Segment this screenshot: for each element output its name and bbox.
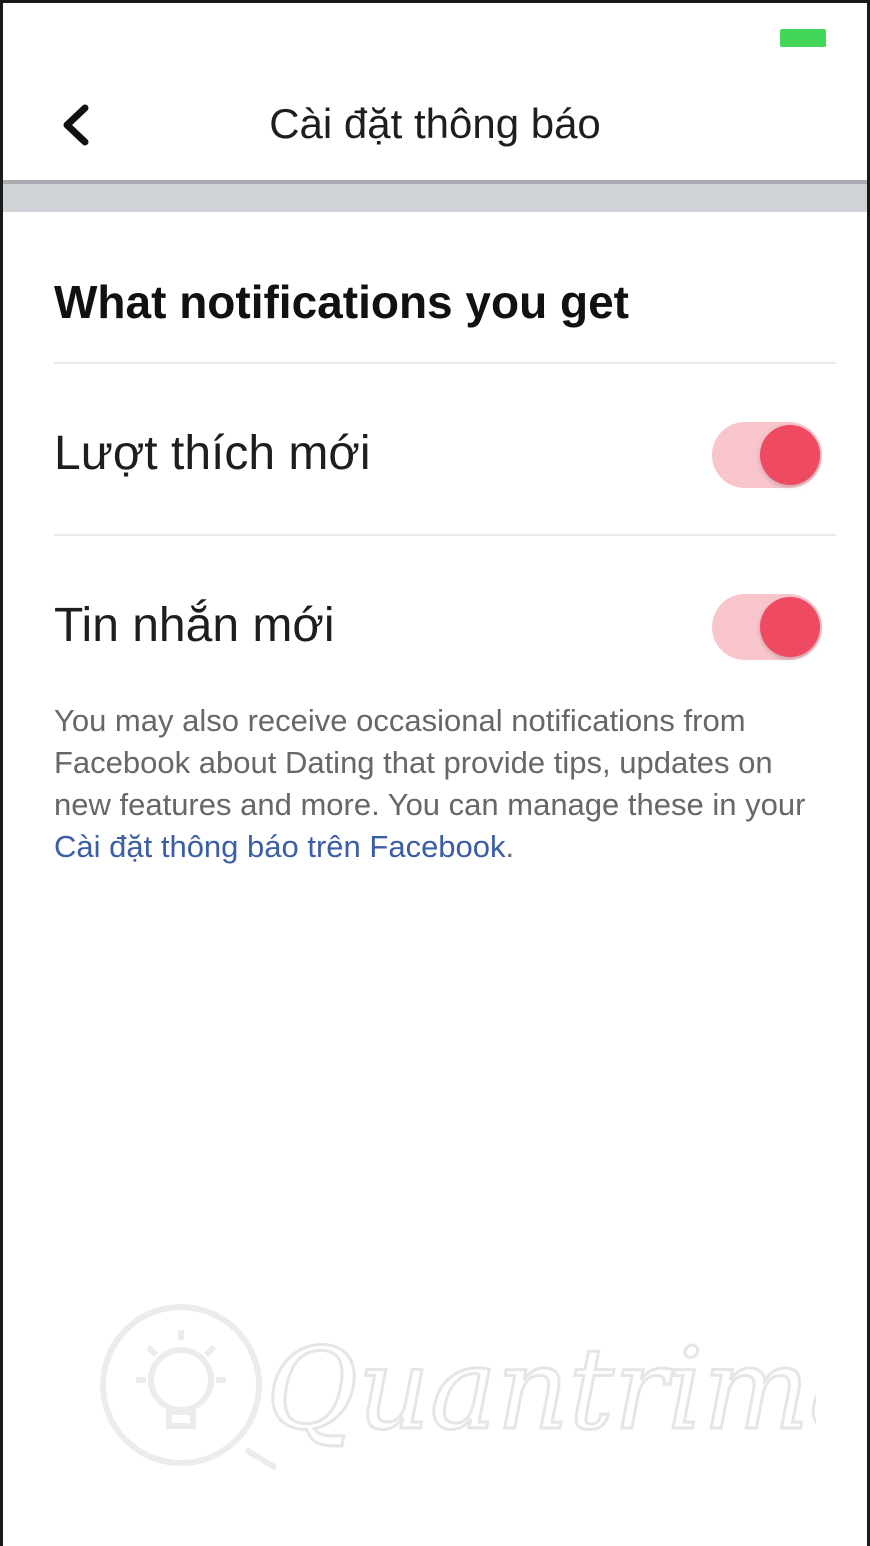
setting-label: Lượt thích mới bbox=[54, 427, 371, 480]
page-title: Cài đặt thông báo bbox=[269, 100, 601, 147]
facebook-notification-settings-link[interactable]: Cài đặt thông báo trên Facebook bbox=[54, 829, 506, 864]
toggle-knob bbox=[760, 597, 820, 657]
new-likes-toggle[interactable] bbox=[712, 422, 822, 488]
toggle-knob bbox=[760, 425, 820, 485]
setting-row-new-likes[interactable]: Lượt thích mới bbox=[54, 390, 836, 510]
divider bbox=[54, 534, 836, 536]
section-title: What notifications you get bbox=[54, 276, 629, 328]
header-separator-band bbox=[3, 184, 867, 212]
new-messages-toggle[interactable] bbox=[712, 594, 822, 660]
setting-row-new-messages[interactable]: Tin nhắn mới bbox=[54, 562, 836, 682]
divider bbox=[54, 362, 836, 364]
info-text: You may also receive occasional notifica… bbox=[54, 700, 834, 868]
info-text-body: You may also receive occasional notifica… bbox=[54, 703, 806, 822]
battery-icon bbox=[780, 29, 826, 47]
info-text-end: . bbox=[505, 829, 515, 864]
setting-label: Tin nhắn mới bbox=[54, 599, 335, 652]
